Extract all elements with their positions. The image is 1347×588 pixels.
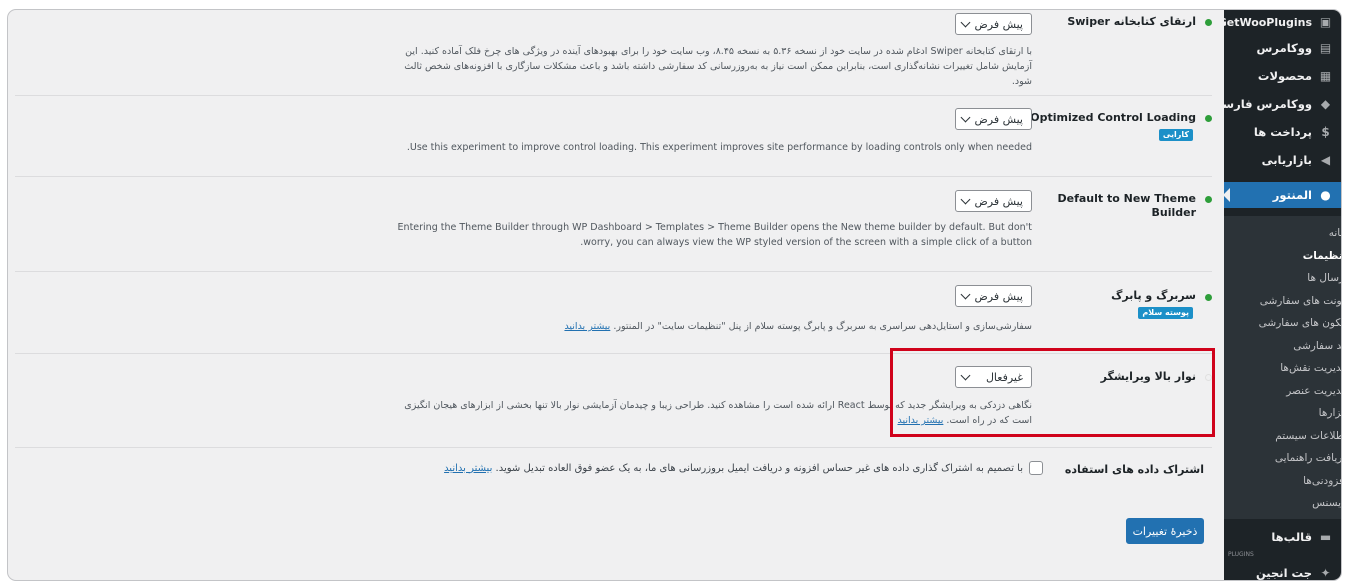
select-value: پیش فرض [974, 112, 1023, 126]
sidebar-item-label: محصولات [1257, 69, 1312, 83]
experiment-state-select[interactable]: پیش فرض [955, 190, 1032, 212]
chevron-down-icon [960, 17, 971, 28]
plugin-icon: ▣ [1319, 15, 1332, 29]
submenu-item-settings[interactable]: تنظیمات [1224, 245, 1341, 268]
experiment-row-header-footer: سربرگ و پابرگ پوسته سلام پیش فرض سفارشی‌… [15, 272, 1212, 354]
highlight-box [890, 348, 1215, 437]
sidebar-item-label: بازاریابی [1261, 153, 1312, 167]
save-changes-button[interactable]: ذخیرهٔ تغییرات [1126, 518, 1204, 544]
sidebar-item-label: ووکامرس [1256, 41, 1312, 55]
screenshot-frame: ارتقای کتابخانه Swiper پیش فرض با ارتقای… [7, 9, 1342, 581]
elementor-icon: ● [1320, 188, 1331, 202]
folder-icon: ▬ [1319, 529, 1332, 544]
submenu-item-tools[interactable]: ابزارها [1224, 402, 1341, 425]
megaphone-icon: ◀ [1320, 153, 1331, 167]
chevron-down-icon [960, 289, 971, 300]
experiment-row-theme-builder: Default to New Theme Builder پیش فرض Ent… [15, 177, 1212, 272]
usage-data-checkbox[interactable] [1029, 461, 1043, 475]
status-active-dot [1205, 294, 1212, 301]
experiment-description: Use this experiment to improve control l… [406, 142, 1032, 153]
usage-data-title: اشتراک داده های استفاده [1064, 463, 1204, 476]
select-value: پیش فرض [974, 289, 1023, 303]
experiment-title: ارتقای کتابخانه Swiper [1067, 15, 1196, 28]
experiment-row-swiper: ارتقای کتابخانه Swiper پیش فرض با ارتقای… [15, 10, 1212, 96]
chevron-down-icon [960, 194, 971, 205]
submenu-item-custom-fonts[interactable]: فونت های سفارشی [1224, 290, 1341, 313]
submenu-item-element-manager[interactable]: مدیریت عنصر [1224, 380, 1341, 403]
sidebar-item-label: GetWooPlugins [1224, 15, 1312, 29]
sidebar-item-templates[interactable]: ▬ قالب‌ها [1224, 523, 1341, 551]
learn-more-link[interactable]: بیشتر بدانید [444, 463, 492, 474]
status-active-dot [1205, 196, 1212, 203]
sidebar-item-label: قالب‌ها [1271, 529, 1312, 544]
experiment-title: Optimized Control Loading [1030, 111, 1196, 124]
submenu-item-license[interactable]: لایسنس [1224, 492, 1341, 515]
sidebar-item-label: ووکامرس فارسی [1224, 97, 1312, 111]
sidebar-item-woocommerce[interactable]: ▤ ووکامرس [1224, 34, 1341, 62]
archive-icon: ▦ [1319, 69, 1332, 83]
plugins-small-tag: PLUGINS [1228, 550, 1254, 558]
submenu-item-custom-code[interactable]: کد سفارشی [1224, 335, 1341, 358]
experiment-title: Default to New Theme Builder [1057, 192, 1196, 219]
sidebar-item-label: پرداخت ها [1253, 125, 1312, 139]
experiment-description: سفارشی‌سازی و استایل‌دهی سراسری به سربرگ… [382, 319, 1032, 334]
submenu-item-addons[interactable]: افزودنی‌ها [1224, 470, 1341, 493]
submenu-item-submissions[interactable]: ارسال ها [1224, 267, 1341, 290]
experiments-settings-panel: ارتقای کتابخانه Swiper پیش فرض با ارتقای… [8, 10, 1223, 580]
sidebar-item-persian-woocommerce[interactable]: ◆ ووکامرس فارسی [1224, 90, 1341, 118]
sidebar-item-getwooplugins[interactable]: ▣ GetWooPlugins [1224, 10, 1341, 34]
status-active-dot [1205, 115, 1212, 122]
submenu-item-system-info[interactable]: اطلاعات سیستم [1224, 425, 1341, 448]
woo-icon: ▤ [1319, 41, 1332, 55]
sidebar-item-label: جت انجین [1255, 565, 1312, 580]
chevron-down-icon [960, 112, 971, 123]
experiment-description: با ارتقای کتابخانه Swiper ادغام شده در س… [404, 46, 1032, 87]
elementor-submenu: خانه تنظیمات ارسال ها فونت های سفارشی آی… [1224, 216, 1341, 519]
usage-data-text: با تصمیم به اشتراک گذاری داده های غیر حس… [444, 463, 1023, 474]
sidebar-item-jetengine[interactable]: ✦ جت انجین [1224, 559, 1341, 581]
sidebar-item-elementor[interactable]: ● المنتور [1224, 182, 1341, 208]
submenu-item-custom-icons[interactable]: آیکون های سفارشی [1224, 312, 1341, 335]
submenu-item-get-help[interactable]: دریافت راهنمایی [1224, 447, 1341, 470]
sidebar-item-payments[interactable]: $ پرداخت ها [1224, 118, 1341, 146]
admin-sidebar: ▣ GetWooPlugins ▤ ووکامرس ▦ محصولات ◆ وو… [1224, 10, 1341, 580]
experiment-state-select[interactable]: پیش فرض [955, 285, 1032, 307]
description-text: سفارشی‌سازی و استایل‌دهی سراسری به سربرگ… [613, 321, 1032, 332]
sidebar-item-label: المنتور [1272, 188, 1312, 202]
cart-icon: ◆ [1320, 97, 1331, 111]
experiment-title: سربرگ و پابرگ [1111, 289, 1196, 302]
select-value: پیش فرض [974, 194, 1023, 208]
experiment-state-select[interactable]: پیش فرض [955, 13, 1032, 35]
sidebar-item-marketing[interactable]: ◀ بازاریابی [1224, 146, 1341, 174]
learn-more-link[interactable]: بیشتر بدانید [564, 321, 610, 332]
tag-hello-theme: پوسته سلام [1138, 307, 1193, 319]
tag-performance: کارایی [1158, 129, 1193, 141]
experiment-description: Entering the Theme Builder through WP Da… [397, 222, 1032, 248]
dollar-icon: $ [1321, 125, 1330, 139]
submenu-item-home[interactable]: خانه [1224, 222, 1341, 245]
select-value: پیش فرض [974, 17, 1023, 31]
submenu-item-role-manager[interactable]: مدیریت نقش‌ها [1224, 357, 1341, 380]
experiment-state-select[interactable]: پیش فرض [955, 108, 1032, 130]
usage-description: با تصمیم به اشتراک گذاری داده های غیر حس… [495, 462, 1023, 474]
jet-icon: ✦ [1320, 565, 1331, 580]
sidebar-item-products[interactable]: ▦ محصولات [1224, 62, 1341, 90]
experiment-row-optimized-control-loading: Optimized Control Loading کارایی پیش فرض… [15, 96, 1212, 177]
usage-data-option: با تصمیم به اشتراک گذاری داده های غیر حس… [444, 461, 1043, 475]
status-active-dot [1205, 19, 1212, 26]
